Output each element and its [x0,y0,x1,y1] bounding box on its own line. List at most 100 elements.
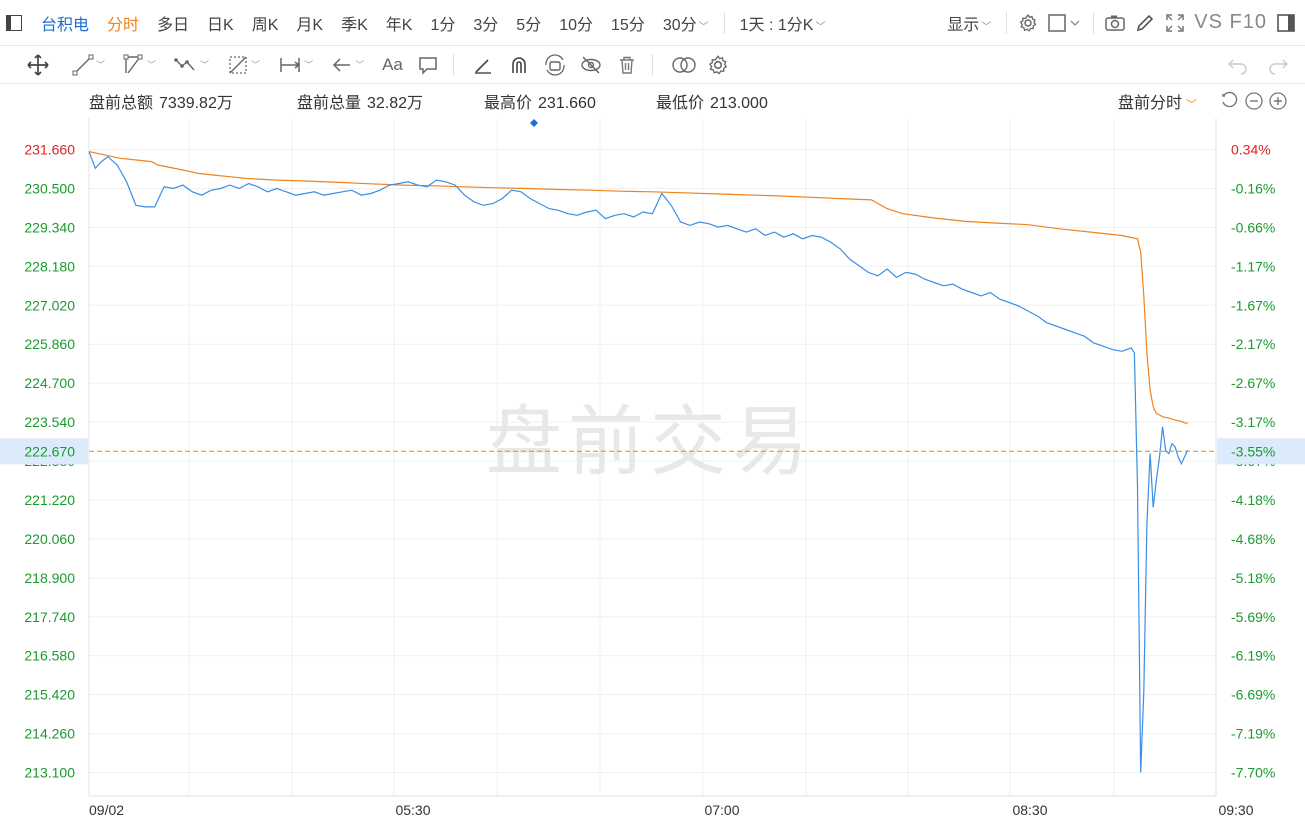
measure-icon [280,57,301,72]
divider [1006,11,1008,34]
price-tick-label: 215.420 [24,687,75,703]
average-price-line [88,151,1188,424]
tab-intraday[interactable]: 分时 [98,11,148,35]
premarket-volume-label: 盘前总量 [297,95,362,112]
premarket-volume: 盘前总量 32.82万 [297,89,423,113]
current-price-tag: 222.670 [0,438,88,465]
fib-tool[interactable]: ﹀ [223,50,264,80]
pct-tick-label: -5.18% [1231,570,1275,586]
divider [452,53,454,76]
mode-select[interactable]: 盘前分时 ﹀ [1118,89,1197,113]
measure-tool[interactable]: ﹀ [274,50,317,80]
current-price-label: 222.670 [24,443,75,459]
drawing-toolbar: ﹀ ﹀ ﹀ ﹀ ﹀ ﹀ Aa [0,46,1305,84]
time-tick-label: 09:30 [1218,802,1253,818]
price-tick-label: 230.500 [24,180,75,196]
tab-monthly-k[interactable]: 月K [287,11,332,35]
tab-daily-k[interactable]: 日K [198,11,243,35]
vs-f10-button[interactable]: VS F10 [1190,11,1271,34]
price-tick-label: 228.180 [24,258,75,274]
symbol-name[interactable]: 台积电 [32,11,98,35]
wave-tool[interactable]: ﹀ [170,50,213,80]
pct-tick-label: -2.67% [1231,375,1275,391]
diamond-marker-icon [530,119,538,127]
price-tick-label: 223.540 [24,414,75,430]
fullscreen-icon[interactable] [1160,8,1190,38]
tab-5min[interactable]: 5分 [507,11,550,35]
chevron-down-icon: ﹀ [1186,99,1198,111]
fib-grid-icon [229,55,247,74]
pct-tick-label: -7.19% [1231,726,1275,742]
price-tick-label: 229.340 [24,219,75,235]
price-tick-label: 221.220 [24,492,75,508]
layout-box-icon[interactable] [1043,8,1087,38]
redo-icon[interactable] [1263,50,1293,80]
pct-tick-label: -0.66% [1231,219,1275,235]
price-tick-label: 227.020 [24,297,75,313]
pct-tick-label: -3.17% [1231,414,1275,430]
arrow-tool[interactable]: ﹀ [327,50,368,80]
pct-tick-label: -7.70% [1231,765,1275,781]
tab-15min[interactable]: 15分 [602,11,654,35]
tab-30min[interactable]: 30分 ﹀ [654,11,718,35]
channel-tool[interactable]: ﹀ [119,50,160,80]
brush-line-icon[interactable] [468,50,498,80]
hide-drawings-icon[interactable] [576,50,606,80]
undo-icon[interactable] [1223,50,1253,80]
chevron-down-icon: ﹀ [815,21,826,33]
chevron-down-icon: ﹀ [981,21,992,33]
pct-tick-label: -0.16% [1231,180,1275,196]
current-pct-tag: -3.55% [1217,438,1305,465]
display-menu[interactable]: 显示 ﹀ [938,11,1000,35]
sidebar-toggle-icon[interactable] [6,14,22,31]
chevron-down-icon: ﹀ [200,60,210,70]
pct-tick-label: -6.69% [1231,687,1275,703]
zoom-in-icon[interactable] [1268,91,1288,111]
tab-quarterly-k[interactable]: 季K [332,11,377,35]
low-price-value: 213.000 [710,95,768,112]
drawing-settings-gear-icon[interactable] [703,50,733,80]
pct-tick-label: -6.19% [1231,648,1275,664]
tab-1min[interactable]: 1分 [421,11,464,35]
pct-tick-label: -4.68% [1231,531,1275,547]
range-select-label: 1天 : 1分K [739,16,814,34]
comment-bubble-icon[interactable] [413,50,443,80]
tab-10min[interactable]: 10分 [550,11,602,35]
camera-icon[interactable] [1100,8,1130,38]
arrow-left-icon [333,57,351,72]
chevron-down-icon: ﹀ [147,60,157,70]
pct-tick-label: -2.17% [1231,336,1275,352]
premarket-amount-value: 7339.82万 [159,95,233,112]
trend-line-tool[interactable]: ﹀ [68,50,109,80]
panel-toggle-icon[interactable] [1271,8,1301,38]
tab-weekly-k[interactable]: 周K [243,11,288,35]
current-pct-label: -3.55% [1231,443,1275,459]
tab-30min-label: 30分 [662,16,697,34]
pct-tick-label: -5.69% [1231,609,1275,625]
chevron-down-icon: ﹀ [698,21,709,33]
premarket-volume-value: 32.82万 [367,95,424,112]
low-price-label: 最低价 [656,95,705,112]
sync-lock-icon[interactable] [540,50,570,80]
zoom-out-icon[interactable] [1244,91,1264,111]
trash-icon[interactable] [612,50,642,80]
pct-tick-label: -4.18% [1231,492,1275,508]
trend-line-icon [72,54,94,75]
text-tool-icon[interactable]: Aa [378,50,407,80]
high-price-value: 231.660 [538,95,596,112]
top-toolbar: 台积电 分时 多日 日K 周K 月K 季K 年K 1分 3分 5分 10分 15… [0,0,1305,46]
range-select[interactable]: 1天 : 1分K ﹀ [731,11,835,35]
tab-yearly-k[interactable]: 年K [377,11,422,35]
pencil-icon[interactable] [1130,8,1160,38]
intraday-chart[interactable]: 盘前交易 231.660 230.500 229.340 228.180 227.020… [0,118,1305,836]
compare-circles-icon[interactable] [667,50,701,80]
high-price: 最高价 231.660 [484,89,596,113]
chevron-down-icon: ﹀ [304,60,314,70]
reset-icon[interactable] [1220,91,1240,111]
settings-gear-icon[interactable] [1013,8,1043,38]
magnet-icon[interactable] [504,50,534,80]
tab-multi-day[interactable]: 多日 [148,11,198,35]
display-menu-label: 显示 [947,16,980,34]
move-cross-icon[interactable] [22,50,54,80]
tab-3min[interactable]: 3分 [464,11,507,35]
